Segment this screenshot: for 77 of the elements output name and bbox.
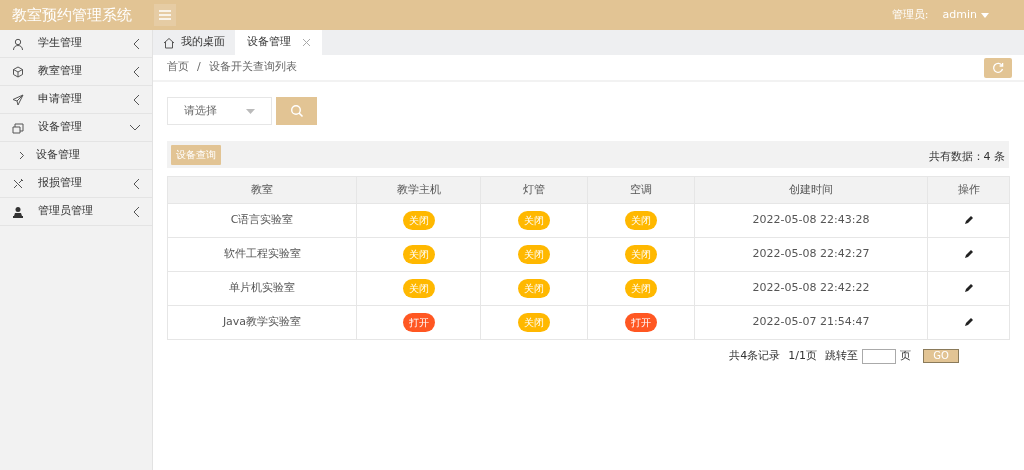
table-cell: Java教学实验室 [167, 305, 357, 340]
breadcrumb-separator: / [197, 59, 201, 76]
chevron-left-icon [134, 178, 140, 189]
breadcrumb-item: 设备开关查询列表 [208, 59, 297, 76]
edit-icon[interactable] [963, 249, 974, 260]
chevron-right-icon [20, 152, 24, 159]
sidebar-item[interactable]: 报损管理 [0, 170, 152, 198]
search-button[interactable] [276, 97, 317, 125]
switch-button[interactable]: 打开 [625, 313, 657, 332]
chevron-down-icon [130, 124, 140, 131]
app-title: 教室预约管理系统 [11, 4, 133, 26]
paper-plane-icon [12, 93, 24, 106]
sidebar-item[interactable]: 学生管理 [0, 30, 152, 58]
chevron-left-icon [134, 66, 140, 77]
edit-icon[interactable] [963, 283, 974, 294]
switch-button[interactable]: 关闭 [402, 245, 435, 264]
column-header: 操作 [927, 176, 1010, 204]
table-cell: 软件工程实验室 [167, 237, 357, 272]
menu-button[interactable] [154, 4, 176, 26]
table-cell: 2022-05-08 22:43:28 [694, 203, 928, 238]
breadcrumb-link[interactable]: 首页 [167, 59, 189, 76]
tools-icon [12, 177, 24, 190]
switch-button[interactable]: 关闭 [518, 313, 550, 332]
close-icon[interactable] [303, 39, 310, 46]
sidebar-item[interactable]: 教室管理 [0, 58, 152, 86]
device-icon [12, 121, 24, 134]
switch-button[interactable]: 关闭 [402, 279, 435, 298]
page-unit: 页 [900, 348, 911, 364]
edit-icon[interactable] [963, 317, 974, 328]
table-cell: 2022-05-07 21:54:47 [694, 305, 928, 340]
switch-button[interactable]: 关闭 [518, 211, 550, 230]
chevron-left-icon [134, 206, 140, 217]
refresh-button[interactable] [984, 57, 1012, 78]
search-icon [289, 104, 304, 118]
record-count: 共4条记录 [729, 348, 781, 364]
menu-icon [159, 10, 171, 20]
caret-icon [981, 12, 989, 18]
table-cell: 单片机实验室 [167, 271, 357, 306]
total-count: 共有数据：4 条 [928, 149, 1005, 166]
person-icon [12, 37, 24, 50]
column-header: 空调 [587, 176, 695, 204]
column-header: 教室 [167, 176, 357, 204]
refresh-icon [992, 61, 1004, 74]
sidebar-item[interactable]: 管理员管理 [0, 198, 152, 226]
select-field[interactable]: 请选择 [167, 97, 272, 125]
switch-button[interactable]: 关闭 [518, 245, 550, 264]
sidebar-item[interactable]: 申请管理 [0, 86, 152, 114]
switch-button[interactable]: 关闭 [518, 279, 550, 298]
page-input[interactable] [862, 348, 896, 364]
table-cell: 2022-05-08 22:42:27 [694, 237, 928, 272]
user-icon [12, 205, 24, 218]
user-label: 管理员: [891, 6, 929, 23]
caret-icon [246, 108, 255, 114]
switch-button[interactable]: 关闭 [625, 211, 657, 230]
column-header: 教学主机 [356, 176, 481, 204]
query-button[interactable]: 设备查询 [171, 144, 221, 165]
cube-icon [12, 65, 24, 78]
user-menu[interactable]: admin [942, 6, 989, 24]
jump-label: 跳转至 [825, 348, 858, 364]
edit-icon[interactable] [963, 215, 974, 226]
table-cell: C语言实验室 [167, 203, 357, 238]
home-icon [163, 36, 175, 49]
switch-button[interactable]: 关闭 [625, 245, 657, 264]
switch-button[interactable]: 打开 [402, 313, 435, 332]
tab[interactable]: 我的桌面 [153, 30, 235, 55]
page-count: 1/1页 [788, 348, 817, 364]
column-header: 灯管 [480, 176, 588, 204]
sidebar-subitem[interactable]: 设备管理 [0, 142, 152, 170]
switch-button[interactable]: 关闭 [625, 279, 657, 298]
chevron-left-icon [134, 94, 140, 105]
tab[interactable]: 设备管理 [235, 30, 322, 55]
sidebar-item[interactable]: 设备管理 [0, 114, 152, 142]
column-header: 创建时间 [694, 176, 928, 204]
table-cell: 2022-05-08 22:42:22 [694, 271, 928, 306]
go-button[interactable]: GO [923, 349, 959, 364]
switch-button[interactable]: 关闭 [402, 211, 435, 230]
chevron-left-icon [134, 38, 140, 49]
